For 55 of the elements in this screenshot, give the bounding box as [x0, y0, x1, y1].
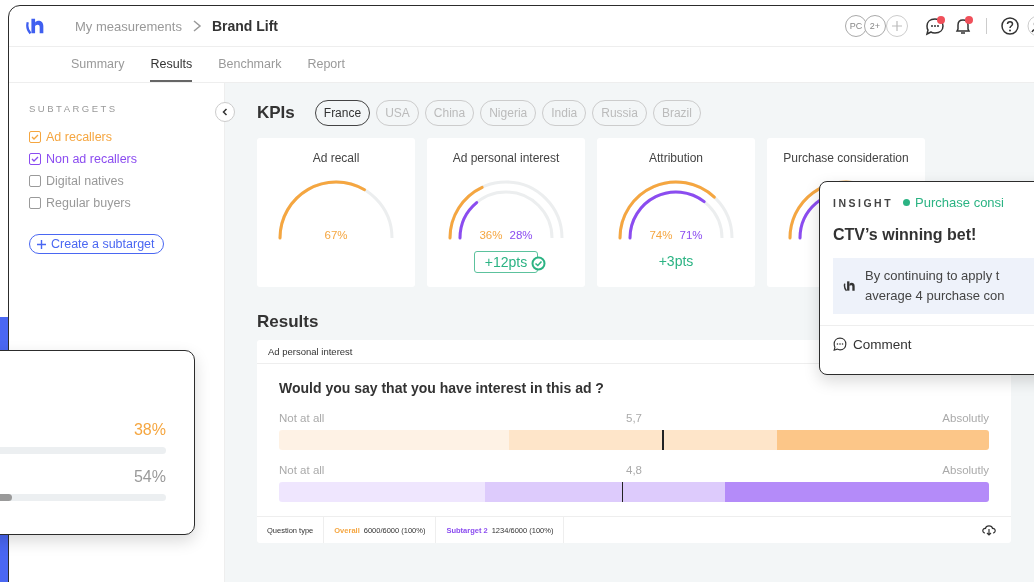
checkbox-label[interactable]: Digital natives [46, 174, 124, 188]
tab[interactable]: Benchmark [218, 47, 282, 82]
chat-icon[interactable] [924, 15, 946, 37]
chevron-right-icon [191, 19, 202, 33]
section-title: SUBTARGETS [29, 103, 119, 114]
checkbox[interactable] [29, 197, 41, 209]
scale-min-label: Not at all [279, 464, 326, 476]
insight-tag: Purchase consi [915, 195, 1004, 210]
delta-value: +3pts [658, 253, 694, 269]
kpi-title: Ad recall [312, 151, 360, 165]
checkbox-label[interactable]: Regular buyers [46, 196, 131, 210]
logo-icon [843, 279, 857, 293]
checkbox[interactable] [29, 175, 41, 187]
checkbox[interactable] [29, 153, 41, 165]
kpi-title: Purchase consideration [783, 151, 909, 165]
section-heading: KPIs [257, 103, 295, 123]
tab[interactable]: Report [307, 47, 345, 82]
help-icon[interactable] [999, 15, 1021, 37]
status-dot [903, 199, 911, 206]
scale-value: 4,8 [626, 464, 642, 476]
plus-icon [36, 238, 47, 250]
collapse-button[interactable] [215, 102, 235, 122]
percentage: 38% [133, 421, 166, 438]
create-subtarget-button[interactable]: Create a subtarget [29, 234, 164, 254]
page-title: Brand Lift [211, 18, 279, 34]
chevron-left-icon [221, 108, 229, 116]
gauge-value: 67% [324, 229, 348, 241]
gauge-value: 28% [509, 229, 533, 241]
check-circle-icon [531, 256, 547, 271]
avatar[interactable]: 2+ [864, 15, 886, 37]
comment-icon [832, 336, 848, 352]
checkbox-label[interactable]: Non ad recallers [46, 152, 137, 166]
insight-label: INSIGHT [833, 196, 894, 209]
percentage: 54% [133, 468, 166, 485]
gauge-value: 36% [479, 229, 503, 241]
kpi-title: Attribution [649, 151, 703, 165]
scale-value: 5,7 [626, 412, 642, 424]
message-line: By continuing to apply t [865, 267, 1001, 285]
tab[interactable]: Summary [71, 47, 125, 82]
checkbox-label[interactable]: Ad recallers [46, 130, 112, 144]
insight-title: CTV’s winning bet! [833, 226, 978, 244]
message-line: average 4 purchase con [865, 287, 1005, 305]
kpi-title: Ad personal interest [452, 151, 560, 165]
cloud-download-icon[interactable] [981, 523, 997, 537]
scale-max-label: Absolutly [942, 464, 989, 476]
scale-min-label: Not at all [279, 412, 326, 424]
avatar[interactable]: PC [845, 15, 867, 37]
checkbox[interactable] [29, 131, 41, 143]
gauge-value: 74% [649, 229, 673, 241]
breadcrumb-link[interactable]: My measurements [75, 18, 182, 34]
question-text: Would you say that you have interest in this ad ? [278, 379, 605, 398]
gauge-value: 71% [679, 229, 703, 241]
section-heading: Results [257, 312, 319, 332]
tab[interactable]: Results [150, 47, 193, 82]
scale-max-label: Absolutly [942, 412, 989, 424]
